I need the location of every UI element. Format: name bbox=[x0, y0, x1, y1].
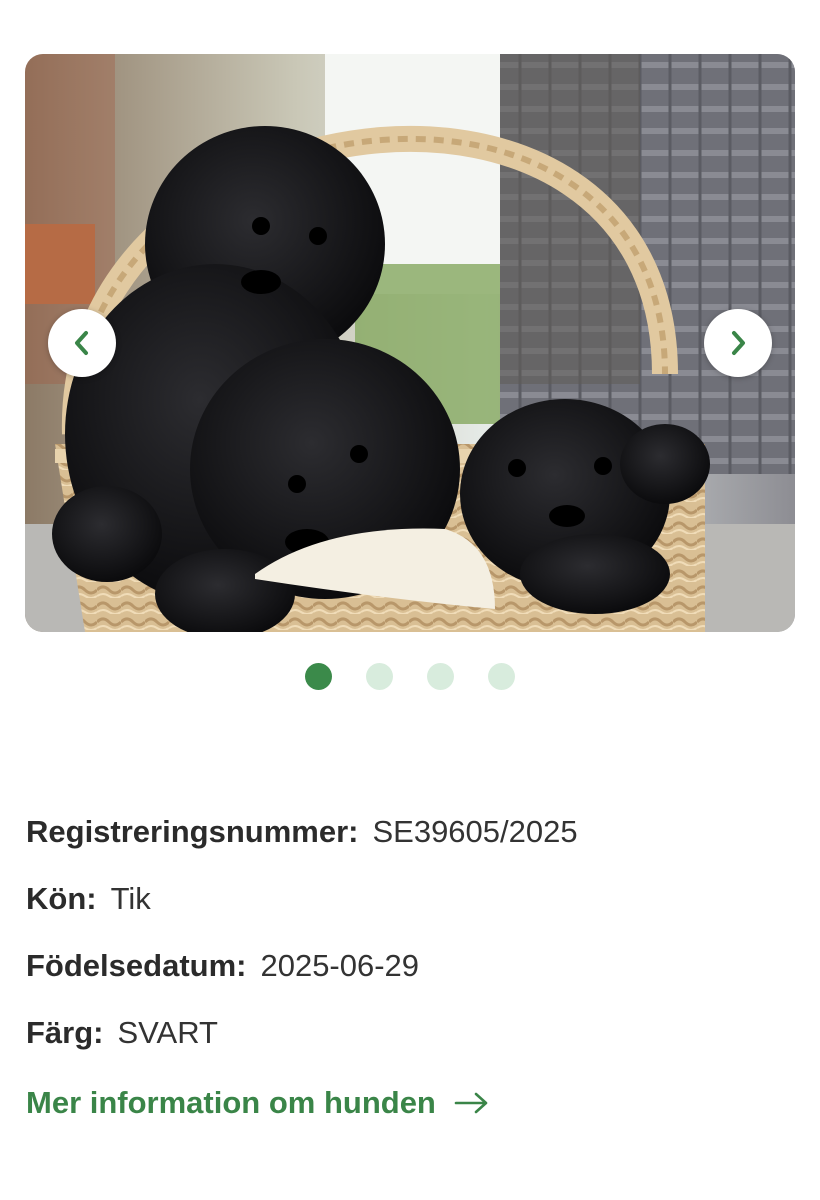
next-slide-button[interactable] bbox=[704, 309, 772, 377]
slide-indicator-4[interactable] bbox=[488, 663, 515, 690]
sex-label: Kön: bbox=[26, 881, 97, 916]
registration-label: Registreringsnummer: bbox=[26, 814, 359, 849]
more-info-label: Mer information om hunden bbox=[26, 1085, 436, 1120]
birthdate-value: 2025-06-29 bbox=[260, 948, 420, 983]
chevron-right-icon bbox=[732, 331, 745, 355]
slide-indicator-3[interactable] bbox=[427, 663, 454, 690]
arrow-right-icon bbox=[454, 1092, 488, 1114]
slide-indicator-2[interactable] bbox=[366, 663, 393, 690]
slide-indicator-1[interactable] bbox=[305, 663, 332, 690]
registration-row: Registreringsnummer: SE39605/2025 bbox=[26, 808, 578, 856]
registration-value: SE39605/2025 bbox=[372, 814, 578, 849]
birthdate-label: Födelsedatum: bbox=[26, 948, 247, 983]
birthdate-row: Födelsedatum: 2025-06-29 bbox=[26, 942, 578, 990]
color-value: SVART bbox=[117, 1015, 219, 1050]
chevron-left-icon bbox=[75, 331, 88, 355]
sex-value: Tik bbox=[110, 881, 151, 916]
color-row: Färg: SVART bbox=[26, 1009, 578, 1057]
color-label: Färg: bbox=[26, 1015, 104, 1050]
prev-slide-button[interactable] bbox=[48, 309, 116, 377]
sex-row: Kön: Tik bbox=[26, 875, 578, 923]
carousel-indicators bbox=[0, 663, 820, 690]
puppies-photo bbox=[25, 54, 795, 632]
image-carousel[interactable] bbox=[25, 54, 795, 632]
more-info-link[interactable]: Mer information om hunden bbox=[26, 1079, 490, 1127]
dog-details: Registreringsnummer: SE39605/2025 Kön: Tik… bbox=[26, 808, 578, 1076]
